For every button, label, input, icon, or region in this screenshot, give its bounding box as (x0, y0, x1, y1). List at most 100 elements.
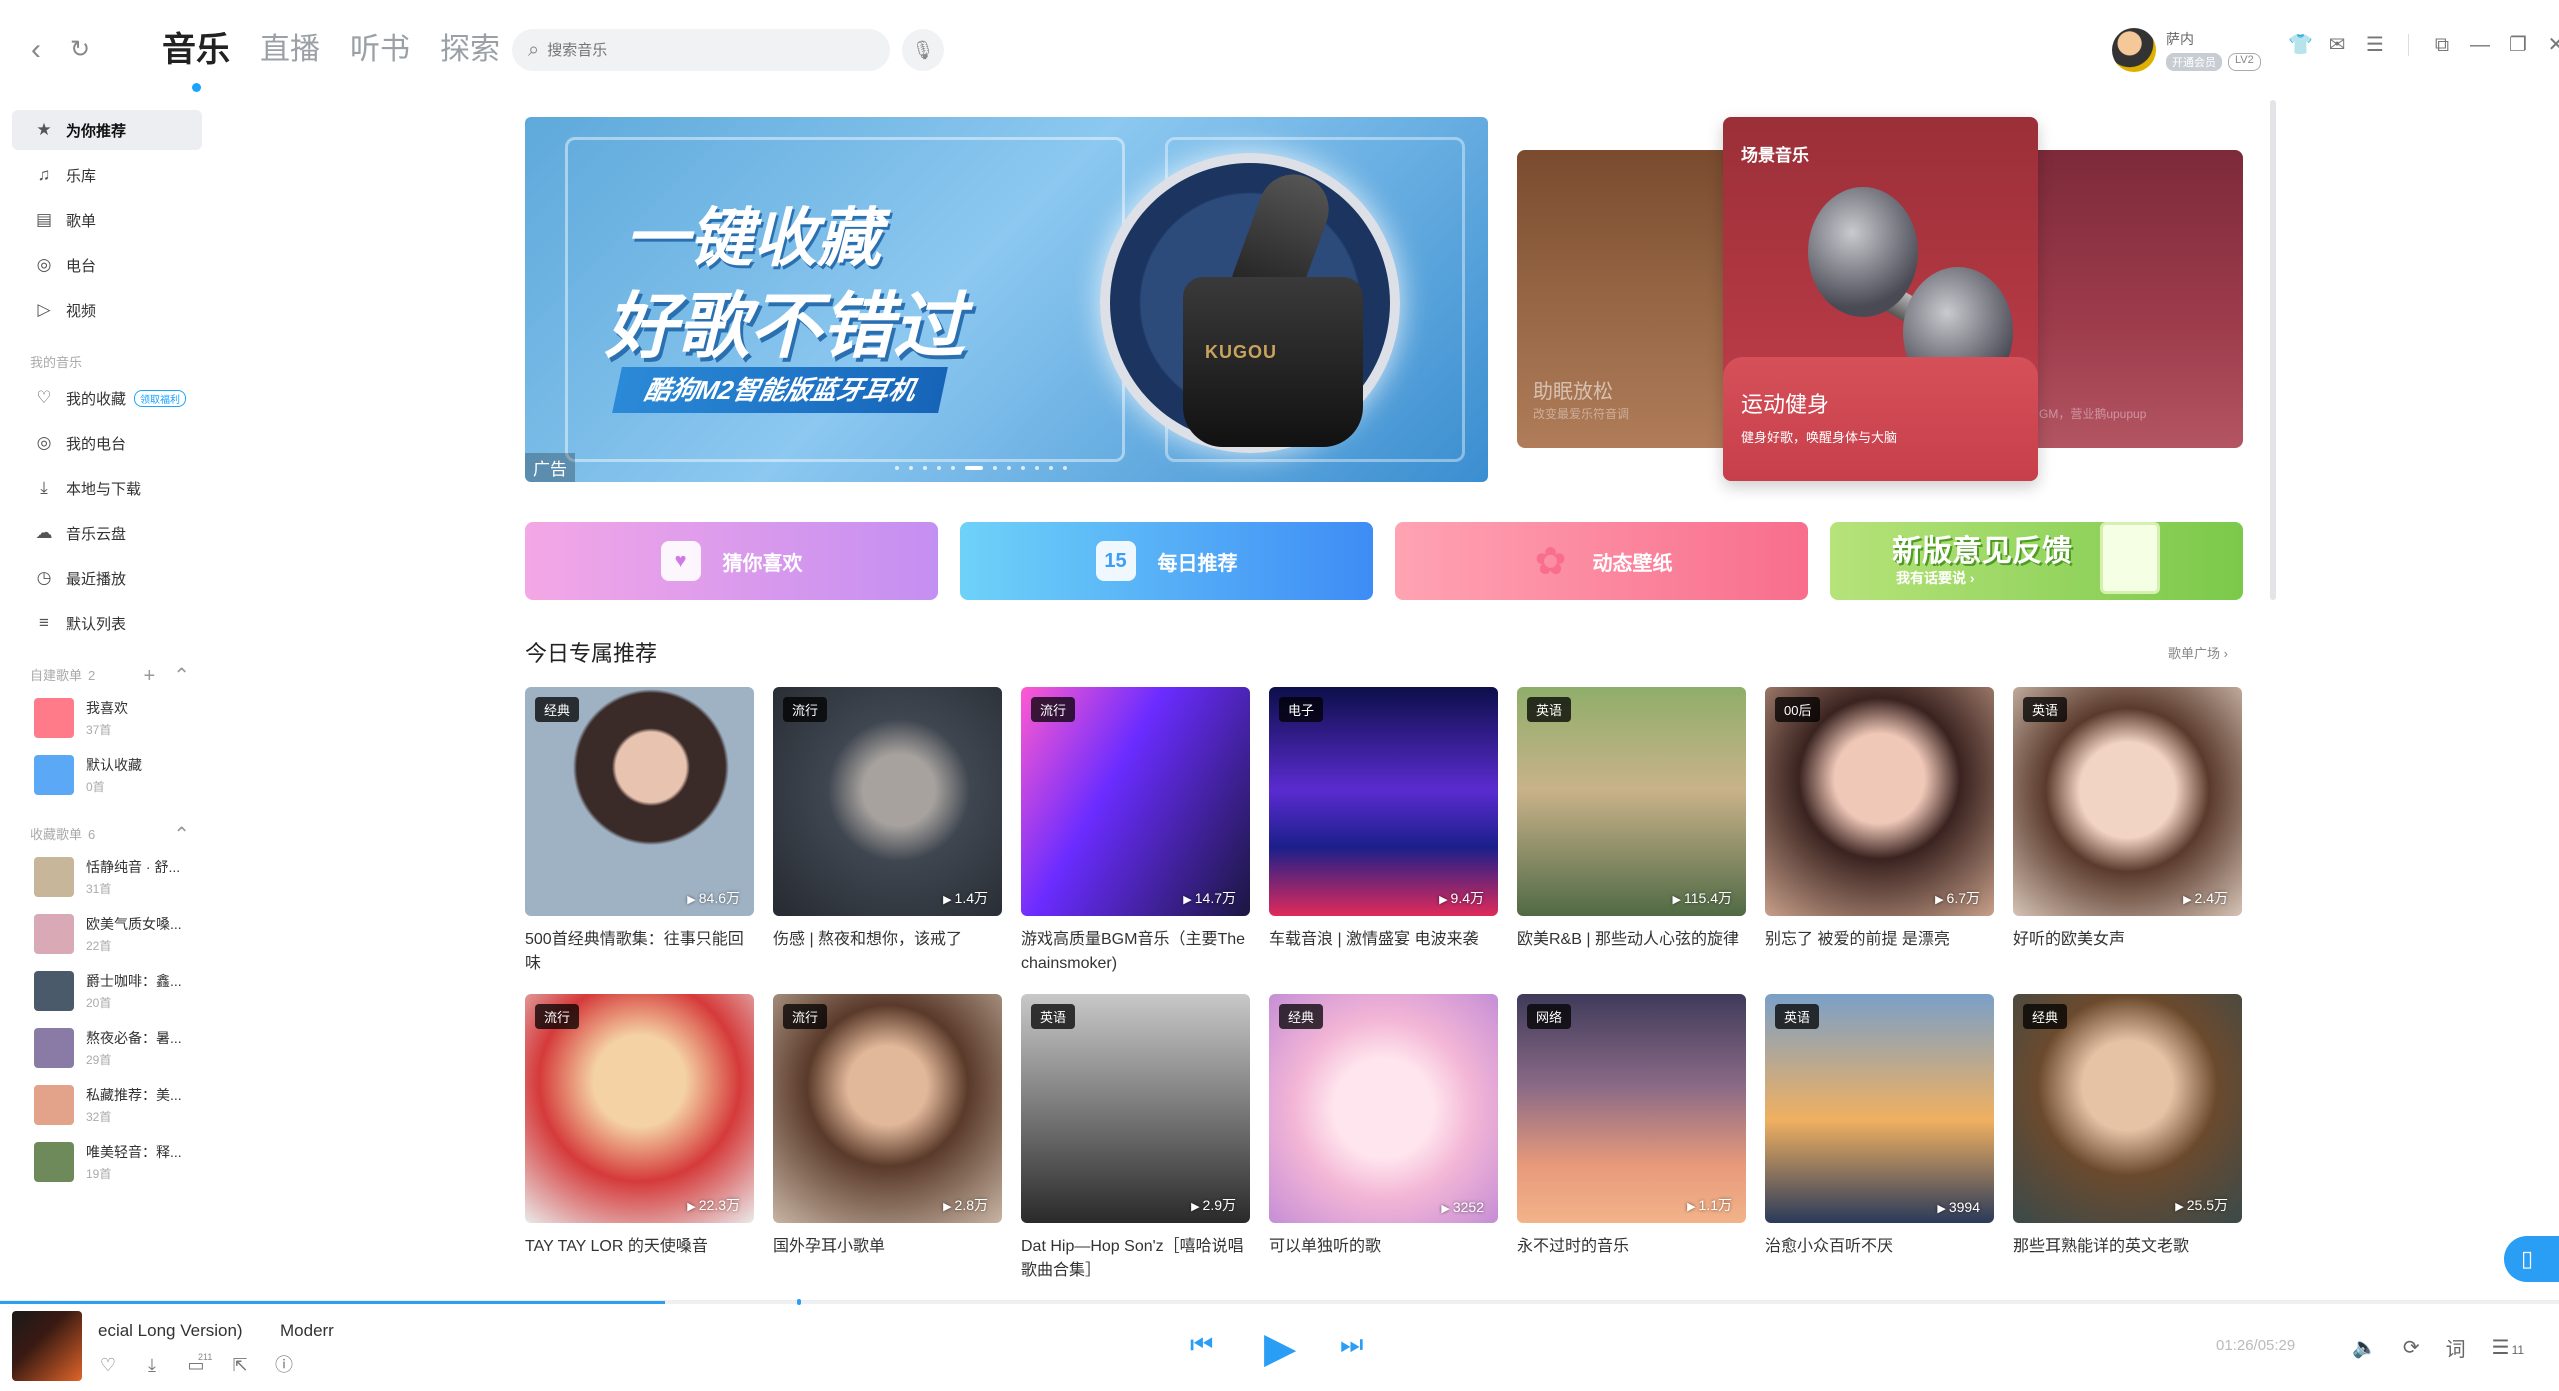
playlist-card[interactable]: 经典 ▶ 84.6万 500首经典情歌集：往事只能回味 (525, 687, 754, 976)
playlist-title[interactable]: 永不过时的音乐 (1517, 1235, 1746, 1259)
playlist-cover[interactable]: 网络 ▶ 1.1万 (1517, 994, 1746, 1223)
lyrics-button[interactable]: 词 (2446, 1333, 2466, 1362)
playlist-card[interactable]: 英语 ▶ 3994 治愈小众百听不厌 (1765, 994, 1994, 1259)
sidebar-item-recommend[interactable]: ★ 为你推荐 (12, 110, 202, 150)
playlist-title[interactable]: TAY TAY LOR 的天使嗓音 (525, 1235, 754, 1259)
banner-dot[interactable] (1007, 466, 1011, 470)
back-arrow-icon[interactable]: ‹ (16, 30, 56, 70)
playlist-cover[interactable]: 00后 ▶ 6.7万 (1765, 687, 1994, 916)
banner-dot[interactable] (993, 466, 997, 470)
sidebar-item-favorites[interactable]: ♡ 我的收藏 领取福利 (12, 378, 202, 418)
sidebar-item-local-download[interactable]: ⤓ 本地与下载 (12, 468, 202, 508)
phone-link-icon[interactable]: ▯ (2504, 1236, 2559, 1282)
mini-mode-icon[interactable]: ⧉ (2431, 32, 2453, 58)
add-icon[interactable]: + (144, 661, 156, 691)
scene-card-sleep[interactable]: 助眠放松 改变最爱乐符音调 (1517, 150, 1747, 448)
feedback-button[interactable]: 新版意见反馈 我有话要说 › (1830, 522, 2243, 600)
sidebar-item-cloud[interactable]: ☁ 音乐云盘 (12, 513, 202, 553)
queue-icon[interactable]: ☰ 11 (2492, 1335, 2524, 1360)
repeat-icon[interactable]: ⟳ (2403, 1335, 2420, 1360)
sidebar-item-playlists[interactable]: ▤ 歌单 (12, 200, 202, 240)
restore-icon[interactable]: ❐ (2507, 32, 2529, 58)
playlist-title[interactable]: 伤感 | 熬夜和想你，该戒了 (773, 928, 1002, 952)
playlist-title[interactable]: 游戏高质量BGM音乐（主要The chainsmoker) (1021, 928, 1250, 976)
list-item[interactable]: 私藏推荐：美... 32首 (0, 1078, 210, 1132)
playlist-cover[interactable]: 英语 ▶ 3994 (1765, 994, 1994, 1223)
playlist-cover[interactable]: 流行 ▶ 1.4万 (773, 687, 1002, 916)
playlist-title[interactable]: 好听的欧美女声 (2013, 928, 2242, 952)
refresh-icon[interactable]: ↻ (60, 30, 100, 70)
tab-music[interactable]: 音乐 (162, 26, 230, 92)
sidebar-item-my-radio[interactable]: ◎ 我的电台 (12, 423, 202, 463)
tab-live[interactable]: 直播 (260, 26, 320, 74)
reward-tag[interactable]: 领取福利 (134, 389, 187, 407)
playlist-title[interactable]: 国外孕耳小歌单 (773, 1235, 1002, 1259)
playlist-cover[interactable]: 经典 ▶ 25.5万 (2013, 994, 2242, 1223)
banner-dot[interactable] (1021, 466, 1025, 470)
playlist-square-link[interactable]: 歌单广场 › (2168, 643, 2228, 662)
info-icon[interactable]: ⓘ (272, 1353, 296, 1377)
guess-you-like-button[interactable]: ♥ 猜你喜欢 (525, 522, 938, 600)
banner-dot[interactable] (951, 466, 955, 470)
playlist-card[interactable]: 流行 ▶ 1.4万 伤感 | 熬夜和想你，该戒了 (773, 687, 1002, 952)
playlist-cover[interactable]: 英语 ▶ 2.4万 (2013, 687, 2242, 916)
playlist-card[interactable]: 流行 ▶ 2.8万 国外孕耳小歌单 (773, 994, 1002, 1259)
playlist-title[interactable]: 欧美R&B | 那些动人心弦的旋律 (1517, 928, 1746, 952)
list-item[interactable]: 熬夜必备：暑... 29首 (0, 1021, 210, 1075)
playlist-title[interactable]: 500首经典情歌集：往事只能回味 (525, 928, 754, 976)
playlist-card[interactable]: 电子 ▶ 9.4万 车载音浪 | 激情盛宴 电波来袭 (1269, 687, 1498, 952)
playlist-title[interactable]: 别忘了 被爱的前提 是漂亮 (1765, 928, 1994, 952)
sidebar-item-radio[interactable]: ◎ 电台 (12, 245, 202, 285)
playlist-card[interactable]: 00后 ▶ 6.7万 别忘了 被爱的前提 是漂亮 (1765, 687, 1994, 952)
collapse-icon[interactable]: ⌃ (173, 661, 190, 691)
banner-dot[interactable] (923, 466, 927, 470)
banner-dot[interactable] (1049, 466, 1053, 470)
now-playing-artist[interactable]: Moderr (280, 1321, 334, 1341)
playlist-cover[interactable]: 英语 ▶ 2.9万 (1021, 994, 1250, 1223)
banner-dot[interactable] (1035, 466, 1039, 470)
tab-explore[interactable]: 探索 (440, 26, 500, 74)
list-item[interactable]: 欧美气质女嗓... 22首 (0, 907, 210, 961)
sidebar-item-video[interactable]: ▷ 视频 (12, 290, 202, 330)
live-wallpaper-button[interactable]: ✿ 动态壁纸 (1395, 522, 1808, 600)
minimize-icon[interactable]: — (2469, 32, 2491, 58)
next-track-icon[interactable]: ⏭ (1340, 1329, 1363, 1361)
like-heart-icon[interactable]: ♡ (96, 1353, 120, 1377)
sidebar-item-default-list[interactable]: ≡ 默认列表 (12, 603, 202, 643)
comment-icon[interactable]: ▭ 211 (184, 1352, 212, 1377)
playlist-title[interactable]: 车载音浪 | 激情盛宴 电波来袭 (1269, 928, 1498, 952)
list-item[interactable]: 我喜欢 37首 (0, 691, 210, 745)
playlist-title[interactable]: Dat Hip—Hop Son'z［嘻哈说唱歌曲合集］ (1021, 1235, 1250, 1283)
banner-dot[interactable] (895, 466, 899, 470)
playlist-title[interactable]: 那些耳熟能详的英文老歌 (2013, 1235, 2242, 1259)
banner-dot[interactable] (937, 466, 941, 470)
search-input[interactable] (547, 41, 848, 59)
list-item[interactable]: 爵士咖啡：鑫... 20首 (0, 964, 210, 1018)
playlist-card[interactable]: 英语 ▶ 2.4万 好听的欧美女声 (2013, 687, 2242, 952)
playlist-cover[interactable]: 电子 ▶ 9.4万 (1269, 687, 1498, 916)
sidebar-item-library[interactable]: ♫ 乐库 (12, 155, 202, 195)
banner-dot[interactable] (965, 466, 983, 470)
close-icon[interactable]: ✕ (2545, 32, 2559, 58)
playlist-title[interactable]: 可以单独听的歌 (1269, 1235, 1498, 1259)
volume-icon[interactable]: 🔈 (2352, 1335, 2377, 1360)
sidebar-item-recent[interactable]: ◷ 最近播放 (12, 558, 202, 598)
scene-card-fitness[interactable]: 场景音乐 运动健身 健身好歌，唤醒身体与大脑 (1723, 117, 2038, 481)
now-playing-title[interactable]: ecial Long Version) (98, 1321, 243, 1341)
voice-search-icon[interactable]: 🎙 (902, 29, 944, 71)
playlist-card[interactable]: 流行 ▶ 14.7万 游戏高质量BGM音乐（主要The chainsmoker) (1021, 687, 1250, 976)
play-button-icon[interactable]: ▶ (1264, 1323, 1296, 1372)
vip-badge[interactable]: 开通会员 (2166, 53, 2222, 71)
share-icon[interactable]: ⇱ (228, 1353, 252, 1377)
playlist-card[interactable]: 英语 ▶ 115.4万 欧美R&B | 那些动人心弦的旋律 (1517, 687, 1746, 952)
progress-track[interactable] (0, 1301, 2559, 1304)
ad-banner[interactable]: KUGOU 一键收藏 好歌不错过 酷狗M2智能版蓝牙耳机 广告 (525, 117, 1488, 482)
now-playing-cover[interactable] (12, 1311, 82, 1381)
list-item[interactable]: 唯美轻音：释... 19首 (0, 1135, 210, 1189)
mail-icon[interactable]: ✉ (2326, 32, 2348, 58)
playlist-card[interactable]: 流行 ▶ 22.3万 TAY TAY LOR 的天使嗓音 (525, 994, 754, 1259)
playlist-cover[interactable]: 流行 ▶ 2.8万 (773, 994, 1002, 1223)
playlist-card[interactable]: 经典 ▶ 25.5万 那些耳熟能详的英文老歌 (2013, 994, 2242, 1259)
playlist-cover[interactable]: 流行 ▶ 14.7万 (1021, 687, 1250, 916)
download-icon[interactable]: ⤓ (140, 1353, 164, 1377)
